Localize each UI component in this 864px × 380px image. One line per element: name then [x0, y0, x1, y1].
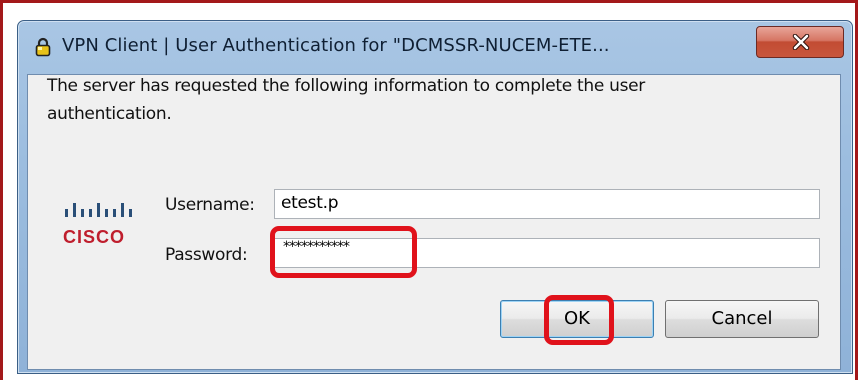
- password-highlight-annotation: [270, 226, 417, 278]
- title-bar[interactable]: VPN Client | User Authentication for "DC…: [18, 21, 852, 69]
- username-value: etest.p: [281, 193, 339, 213]
- auth-prompt-text: The server has requested the following i…: [47, 76, 645, 124]
- cancel-button[interactable]: Cancel: [665, 300, 819, 338]
- cisco-logo-icon: CISCO: [63, 195, 153, 251]
- close-button[interactable]: [756, 26, 844, 58]
- cisco-bars-icon: [65, 203, 132, 217]
- password-label: Password:: [165, 245, 248, 265]
- ok-highlight-annotation: [544, 295, 614, 345]
- cisco-logo-text: CISCO: [63, 227, 126, 247]
- username-field[interactable]: etest.p: [274, 189, 820, 219]
- lock-icon: [33, 37, 53, 57]
- username-label: Username:: [165, 195, 255, 215]
- window-title: VPN Client | User Authentication for "DC…: [62, 35, 610, 56]
- close-icon: [792, 34, 810, 50]
